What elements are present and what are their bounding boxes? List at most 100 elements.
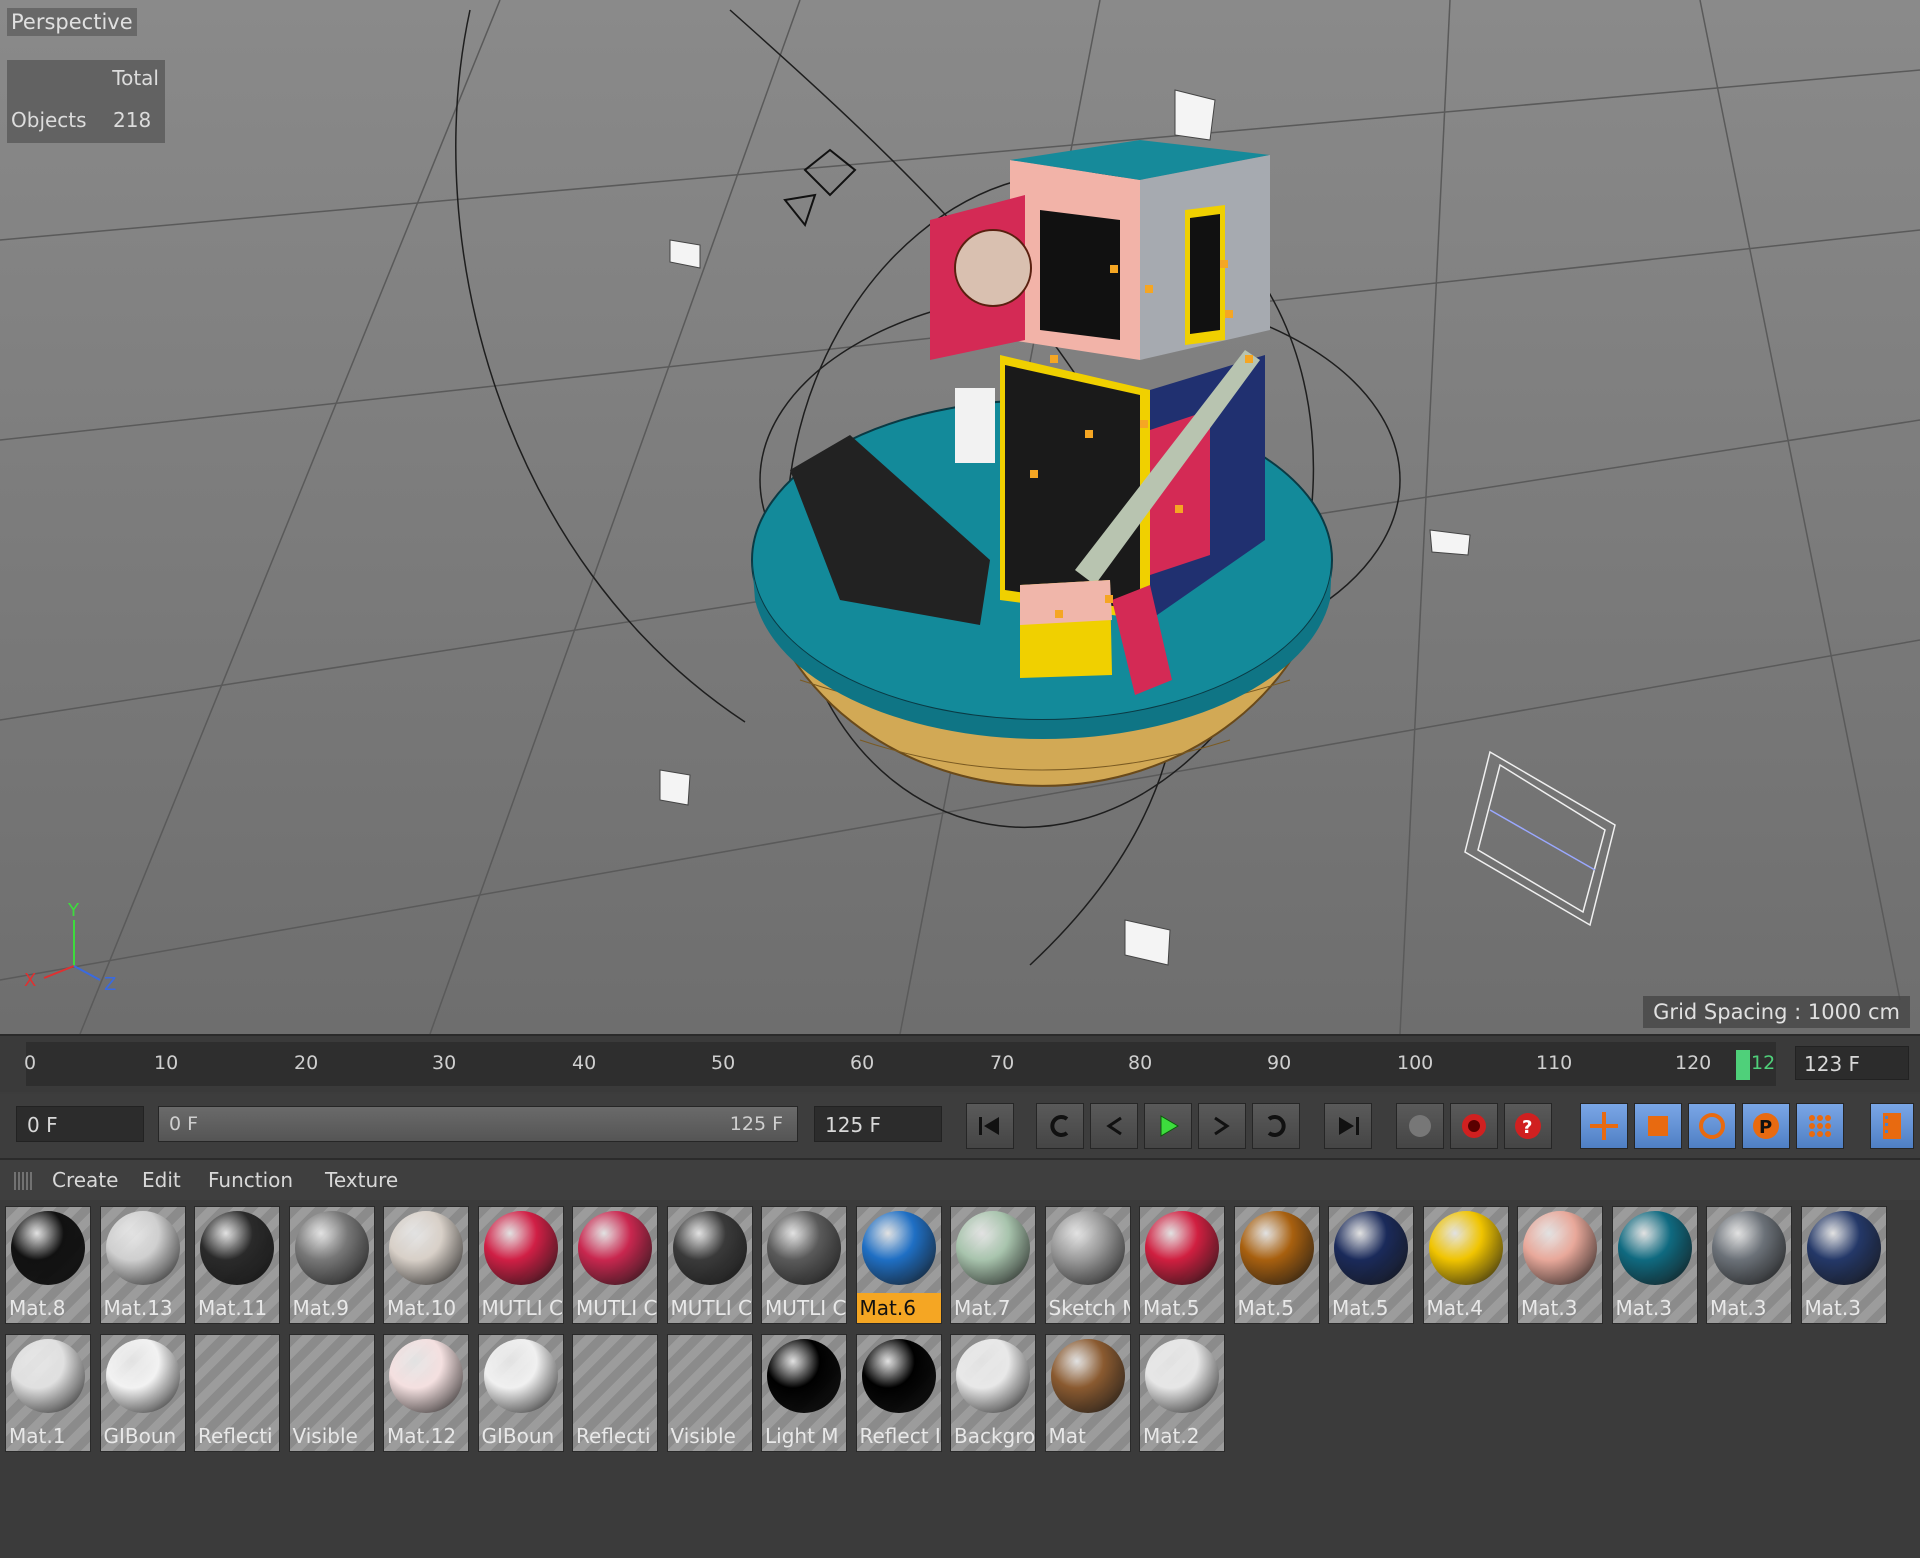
- previous-frame-button[interactable]: [1090, 1103, 1138, 1149]
- play-icon: [1160, 1115, 1179, 1137]
- material-label: Visible: [292, 1424, 358, 1448]
- tick-label: 100: [1397, 1052, 1434, 1074]
- grid-spacing-readout: Grid Spacing : 1000 cm: [1643, 996, 1910, 1028]
- material-swatch[interactable]: Mat.5: [1139, 1206, 1225, 1324]
- go-to-end-button[interactable]: [1324, 1103, 1372, 1149]
- material-swatch[interactable]: MUTLI C: [761, 1206, 847, 1324]
- tick-label: 120: [1675, 1052, 1712, 1074]
- material-swatch[interactable]: Sketch M: [1044, 1206, 1131, 1324]
- material-swatch[interactable]: MUTLI C: [666, 1206, 753, 1324]
- material-swatch[interactable]: Mat.9: [288, 1206, 375, 1324]
- material-label: MUTLI C: [576, 1296, 657, 1320]
- material-preview-sphere: [1145, 1339, 1219, 1413]
- material-swatch[interactable]: GIBoun: [99, 1334, 186, 1452]
- material-label: Visible: [670, 1424, 736, 1448]
- material-swatch[interactable]: Light M: [761, 1334, 847, 1452]
- material-swatch[interactable]: Mat.2: [1139, 1334, 1225, 1452]
- material-swatch[interactable]: Mat.3: [1517, 1206, 1603, 1324]
- parameter-button[interactable]: P: [1742, 1103, 1790, 1149]
- rotate-tool-button[interactable]: [1688, 1103, 1736, 1149]
- material-swatch[interactable]: Visible: [666, 1334, 753, 1452]
- next-frame-button[interactable]: [1198, 1103, 1246, 1149]
- material-preview-sphere: [1806, 1211, 1881, 1285]
- material-label: GIBoun: [103, 1424, 177, 1448]
- material-swatch[interactable]: Mat.3: [1706, 1206, 1792, 1324]
- material-preview-sphere: [1428, 1211, 1503, 1285]
- material-label: Mat.7: [954, 1296, 1011, 1320]
- start-frame-field[interactable]: 0 F: [16, 1106, 144, 1142]
- next-key-button[interactable]: [1252, 1103, 1300, 1149]
- material-swatch[interactable]: Reflecti: [572, 1334, 658, 1452]
- range-slider[interactable]: 0 F 125 F: [158, 1106, 798, 1142]
- autokey-button[interactable]: [1450, 1103, 1498, 1149]
- material-preview-sphere: [1334, 1211, 1408, 1285]
- stats-hud: Total Objects 218: [7, 60, 165, 143]
- material-menubar: Create Edit Function Texture: [0, 1160, 1920, 1200]
- material-preview-sphere: [11, 1339, 85, 1413]
- material-swatch[interactable]: Backgro: [950, 1334, 1036, 1452]
- material-swatch[interactable]: Mat.5: [1328, 1206, 1414, 1324]
- tick-label: 20: [294, 1052, 319, 1074]
- material-swatch[interactable]: Mat.10: [383, 1206, 469, 1324]
- material-swatch[interactable]: Reflecti: [194, 1334, 280, 1452]
- material-preview-sphere: [483, 1211, 558, 1285]
- material-preview-sphere: [11, 1211, 85, 1285]
- tick-label: 30: [432, 1052, 457, 1074]
- material-swatch[interactable]: Mat: [1044, 1334, 1131, 1452]
- material-swatch[interactable]: Reflect I: [855, 1334, 942, 1452]
- film-strip-button[interactable]: [1870, 1103, 1914, 1149]
- menu-create[interactable]: Create: [52, 1168, 118, 1192]
- timeline-ruler[interactable]: 0 10 20 30 40 50 60 70 80 90 100 110 120…: [24, 1042, 1776, 1086]
- viewport-scene: [0, 0, 1920, 1034]
- material-swatch[interactable]: Mat.5: [1233, 1206, 1320, 1324]
- material-swatch[interactable]: MUTLI C: [572, 1206, 658, 1324]
- move-tool-button[interactable]: [1580, 1103, 1628, 1149]
- material-swatch[interactable]: Mat.6: [855, 1206, 942, 1324]
- previous-key-button[interactable]: [1036, 1103, 1084, 1149]
- record-disabled-button[interactable]: [1396, 1103, 1444, 1149]
- material-label: Mat.8: [9, 1296, 66, 1320]
- material-label: GIBoun: [481, 1424, 555, 1448]
- material-preview-sphere: [389, 1211, 463, 1285]
- material-swatch[interactable]: Visible: [288, 1334, 375, 1452]
- range-end-label: 125 F: [729, 1113, 783, 1135]
- viewport-title[interactable]: Perspective: [7, 8, 137, 36]
- material-swatch[interactable]: Mat.8: [5, 1206, 91, 1324]
- material-swatch[interactable]: Mat.3: [1800, 1206, 1887, 1324]
- material-label: Mat.12: [387, 1424, 457, 1448]
- menu-function[interactable]: Function: [208, 1168, 293, 1192]
- menu-texture[interactable]: Texture: [325, 1168, 398, 1192]
- material-swatch[interactable]: Mat.4: [1422, 1206, 1509, 1324]
- material-swatch[interactable]: Mat.12: [383, 1334, 469, 1452]
- timeline-playhead[interactable]: [1736, 1050, 1750, 1080]
- material-swatch[interactable]: Mat.3: [1611, 1206, 1698, 1324]
- material-label: Mat: [1048, 1424, 1086, 1448]
- menu-edit[interactable]: Edit: [142, 1168, 181, 1192]
- material-swatch[interactable]: Mat.11: [194, 1206, 280, 1324]
- material-label: Reflect I: [859, 1424, 941, 1448]
- material-swatch[interactable]: GIBoun: [477, 1334, 564, 1452]
- material-swatch[interactable]: Mat.7: [950, 1206, 1036, 1324]
- material-label: Mat.4: [1426, 1296, 1483, 1320]
- material-label: Sketch M: [1048, 1296, 1130, 1320]
- material-swatch[interactable]: Mat.13: [99, 1206, 186, 1324]
- go-to-start-button[interactable]: [966, 1103, 1014, 1149]
- end-frame-field[interactable]: 125 F: [814, 1106, 942, 1142]
- 3d-viewport[interactable]: Perspective Total Objects 218 Y X Z Grid…: [0, 0, 1920, 1036]
- points-button[interactable]: [1796, 1103, 1844, 1149]
- current-frame-field[interactable]: 123 F: [1795, 1046, 1909, 1080]
- scale-tool-button[interactable]: [1634, 1103, 1682, 1149]
- timeline[interactable]: 0 10 20 30 40 50 60 70 80 90 100 110 120…: [0, 1036, 1920, 1092]
- range-start-label: 0 F: [169, 1113, 199, 1135]
- play-button[interactable]: [1144, 1103, 1192, 1149]
- rotate-icon: [1699, 1113, 1725, 1139]
- material-label: Mat.11: [198, 1296, 268, 1320]
- material-swatch[interactable]: Mat.1: [5, 1334, 91, 1452]
- tick-label: 10: [154, 1052, 179, 1074]
- material-preview-sphere: [105, 1339, 180, 1413]
- grip-icon[interactable]: [14, 1172, 34, 1190]
- question-icon: ?: [1515, 1113, 1541, 1139]
- help-button[interactable]: ?: [1504, 1103, 1552, 1149]
- material-swatch[interactable]: MUTLI C: [477, 1206, 564, 1324]
- material-label: Mat.5: [1237, 1296, 1294, 1320]
